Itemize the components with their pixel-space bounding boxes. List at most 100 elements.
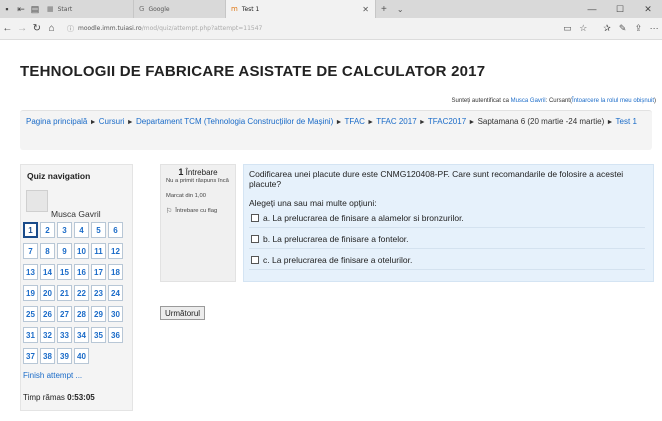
answer-option-label: a. La prelucrarea de finisare a alamelor…: [263, 213, 464, 223]
tab-preview-icon[interactable]: ▤: [28, 0, 42, 18]
tab-test-1[interactable]: m Test 1 ✕: [226, 0, 376, 18]
forward-button[interactable]: →: [15, 23, 30, 34]
quiz-nav-question-6[interactable]: 6: [108, 222, 123, 238]
quiz-nav-question-25[interactable]: 25: [23, 306, 38, 322]
quiz-nav-question-34[interactable]: 34: [74, 327, 89, 343]
quiz-nav-question-1[interactable]: 1: [23, 222, 38, 238]
answer-option-b[interactable]: b. La prelucrarea de finisare a fontelor…: [249, 232, 645, 249]
finish-attempt-link[interactable]: Finish attempt ...: [23, 371, 82, 380]
quiz-nav-question-31[interactable]: 31: [23, 327, 38, 343]
window-icon[interactable]: ▪: [0, 0, 14, 18]
tab-list-button[interactable]: ⌄: [392, 0, 409, 18]
quiz-nav-question-10[interactable]: 10: [74, 243, 89, 259]
breadcrumb-week: Saptamana 6 (20 martie -24 martie): [477, 117, 605, 126]
quiz-nav-question-30[interactable]: 30: [108, 306, 123, 322]
quiz-nav-question-5[interactable]: 5: [91, 222, 106, 238]
favorites-hub-icon[interactable]: ✰: [599, 23, 615, 34]
quiz-nav-question-17[interactable]: 17: [91, 264, 106, 280]
maximize-button[interactable]: ☐: [606, 0, 634, 18]
site-info-icon[interactable]: ⓘ: [67, 24, 74, 34]
quiz-nav-question-7[interactable]: 7: [23, 243, 38, 259]
quiz-nav-question-3[interactable]: 3: [57, 222, 72, 238]
checkbox-c[interactable]: [251, 256, 259, 264]
breadcrumb-department[interactable]: Departament TCM (Tehnologia Construcțiil…: [136, 117, 333, 126]
user-profile-link[interactable]: Musca Gavril: [511, 98, 546, 104]
window-controls: — ☐ ✕: [578, 0, 662, 18]
quiz-nav-question-33[interactable]: 33: [57, 327, 72, 343]
quiz-nav-question-12[interactable]: 12: [108, 243, 123, 259]
breadcrumb-home[interactable]: Pagina principală: [26, 117, 87, 126]
breadcrumb-courses[interactable]: Cursuri: [99, 117, 125, 126]
quiz-nav-question-14[interactable]: 14: [40, 264, 55, 280]
quiz-nav-question-27[interactable]: 27: [57, 306, 72, 322]
close-tab-icon[interactable]: ✕: [362, 5, 369, 14]
quiz-nav-question-38[interactable]: 38: [40, 348, 55, 364]
quiz-navigation-block: Quiz navigation Musca Gavril 1 2 3 4 5 6 7 8 9 10…: [20, 164, 133, 411]
time-remaining: Timp rămas 0:53:05: [23, 393, 95, 402]
url-field[interactable]: ⓘ moodle.imm.tuiasi.ro /mod/quiz/attempt…: [67, 22, 500, 35]
quiz-nav-question-21[interactable]: 21: [57, 285, 72, 301]
more-icon[interactable]: ⋯: [646, 23, 662, 34]
quiz-nav-question-37[interactable]: 37: [23, 348, 38, 364]
quiz-nav-question-13[interactable]: 13: [23, 264, 38, 280]
reading-view-icon[interactable]: ▭: [560, 23, 576, 34]
login-info: Sunteți autentificat ca Musca Gavril: Cu…: [452, 98, 656, 104]
tab-google[interactable]: G Google: [134, 0, 226, 18]
back-button[interactable]: ←: [0, 23, 15, 34]
question-number-value: 1: [178, 167, 184, 177]
flag-question-label: Întrebare cu flag: [175, 208, 218, 214]
quiz-nav-question-32[interactable]: 32: [40, 327, 55, 343]
return-role-link[interactable]: Întoarcere la rolul meu obișnuit: [572, 98, 654, 104]
checkbox-a[interactable]: [251, 214, 259, 222]
favorite-star-icon[interactable]: ☆: [575, 23, 591, 34]
web-note-icon[interactable]: ✎: [615, 23, 631, 34]
quiz-nav-question-29[interactable]: 29: [91, 306, 106, 322]
avatar[interactable]: [26, 190, 48, 212]
quiz-nav-question-36[interactable]: 36: [108, 327, 123, 343]
tab-start[interactable]: ▦ Start: [42, 0, 134, 18]
breadcrumb: Pagina principală ► Cursuri ► Departamen…: [20, 110, 652, 150]
url-path: /mod/quiz/attempt.php?attempt=11547: [141, 25, 263, 32]
next-button[interactable]: Următorul: [160, 306, 205, 320]
breadcrumb-test-1[interactable]: Test 1: [616, 117, 637, 126]
question-info: 1 Întrebare Nu a primit răspuns încă Mar…: [160, 164, 236, 282]
minimize-button[interactable]: —: [578, 0, 606, 18]
quiz-nav-question-9[interactable]: 9: [57, 243, 72, 259]
breadcrumb-separator: ►: [126, 119, 134, 126]
answer-option-label: b. La prelucrarea de finisare a fontelor…: [263, 234, 409, 244]
refresh-button[interactable]: ↻: [30, 23, 45, 34]
share-icon[interactable]: ⇪: [631, 23, 647, 34]
quiz-nav-question-19[interactable]: 19: [23, 285, 38, 301]
quiz-nav-question-4[interactable]: 4: [74, 222, 89, 238]
quiz-nav-question-15[interactable]: 15: [57, 264, 72, 280]
quiz-navigation-title: Quiz navigation: [27, 171, 91, 181]
checkbox-b[interactable]: [251, 235, 259, 243]
tab-set-aside-icon[interactable]: ⇤: [14, 0, 28, 18]
quiz-nav-question-28[interactable]: 28: [74, 306, 89, 322]
quiz-nav-question-2[interactable]: 2: [40, 222, 55, 238]
quiz-nav-question-16[interactable]: 16: [74, 264, 89, 280]
flag-question-toggle[interactable]: ⚐ Întrebare cu flag: [166, 208, 230, 215]
quiz-nav-question-24[interactable]: 24: [108, 285, 123, 301]
home-button[interactable]: ⌂: [44, 23, 59, 34]
breadcrumb-tfac2017[interactable]: TFAC2017: [428, 117, 466, 126]
quiz-nav-question-22[interactable]: 22: [74, 285, 89, 301]
quiz-nav-question-40[interactable]: 40: [74, 348, 89, 364]
quiz-nav-question-8[interactable]: 8: [40, 243, 55, 259]
answer-option-c[interactable]: c. La prelucrarea de finisare a oteluril…: [249, 253, 645, 270]
breadcrumb-tfac[interactable]: TFAC: [344, 117, 364, 126]
answer-prompt: Alegeți una sau mai multe opțiuni:: [249, 198, 377, 208]
quiz-nav-question-23[interactable]: 23: [91, 285, 106, 301]
answer-option-a[interactable]: a. La prelucrarea de finisare a alamelor…: [249, 211, 645, 228]
quiz-nav-question-35[interactable]: 35: [91, 327, 106, 343]
page-title: TEHNOLOGII DE FABRICARE ASISTATE DE CALC…: [20, 63, 486, 80]
quiz-nav-question-11[interactable]: 11: [91, 243, 106, 259]
quiz-nav-question-20[interactable]: 20: [40, 285, 55, 301]
quiz-nav-question-39[interactable]: 39: [57, 348, 72, 364]
close-window-button[interactable]: ✕: [634, 0, 662, 18]
quiz-nav-question-26[interactable]: 26: [40, 306, 55, 322]
breadcrumb-tfac-2017[interactable]: TFAC 2017: [376, 117, 416, 126]
url-host: moodle.imm.tuiasi.ro: [78, 25, 142, 32]
new-tab-button[interactable]: +: [376, 0, 392, 18]
quiz-nav-question-18[interactable]: 18: [108, 264, 123, 280]
